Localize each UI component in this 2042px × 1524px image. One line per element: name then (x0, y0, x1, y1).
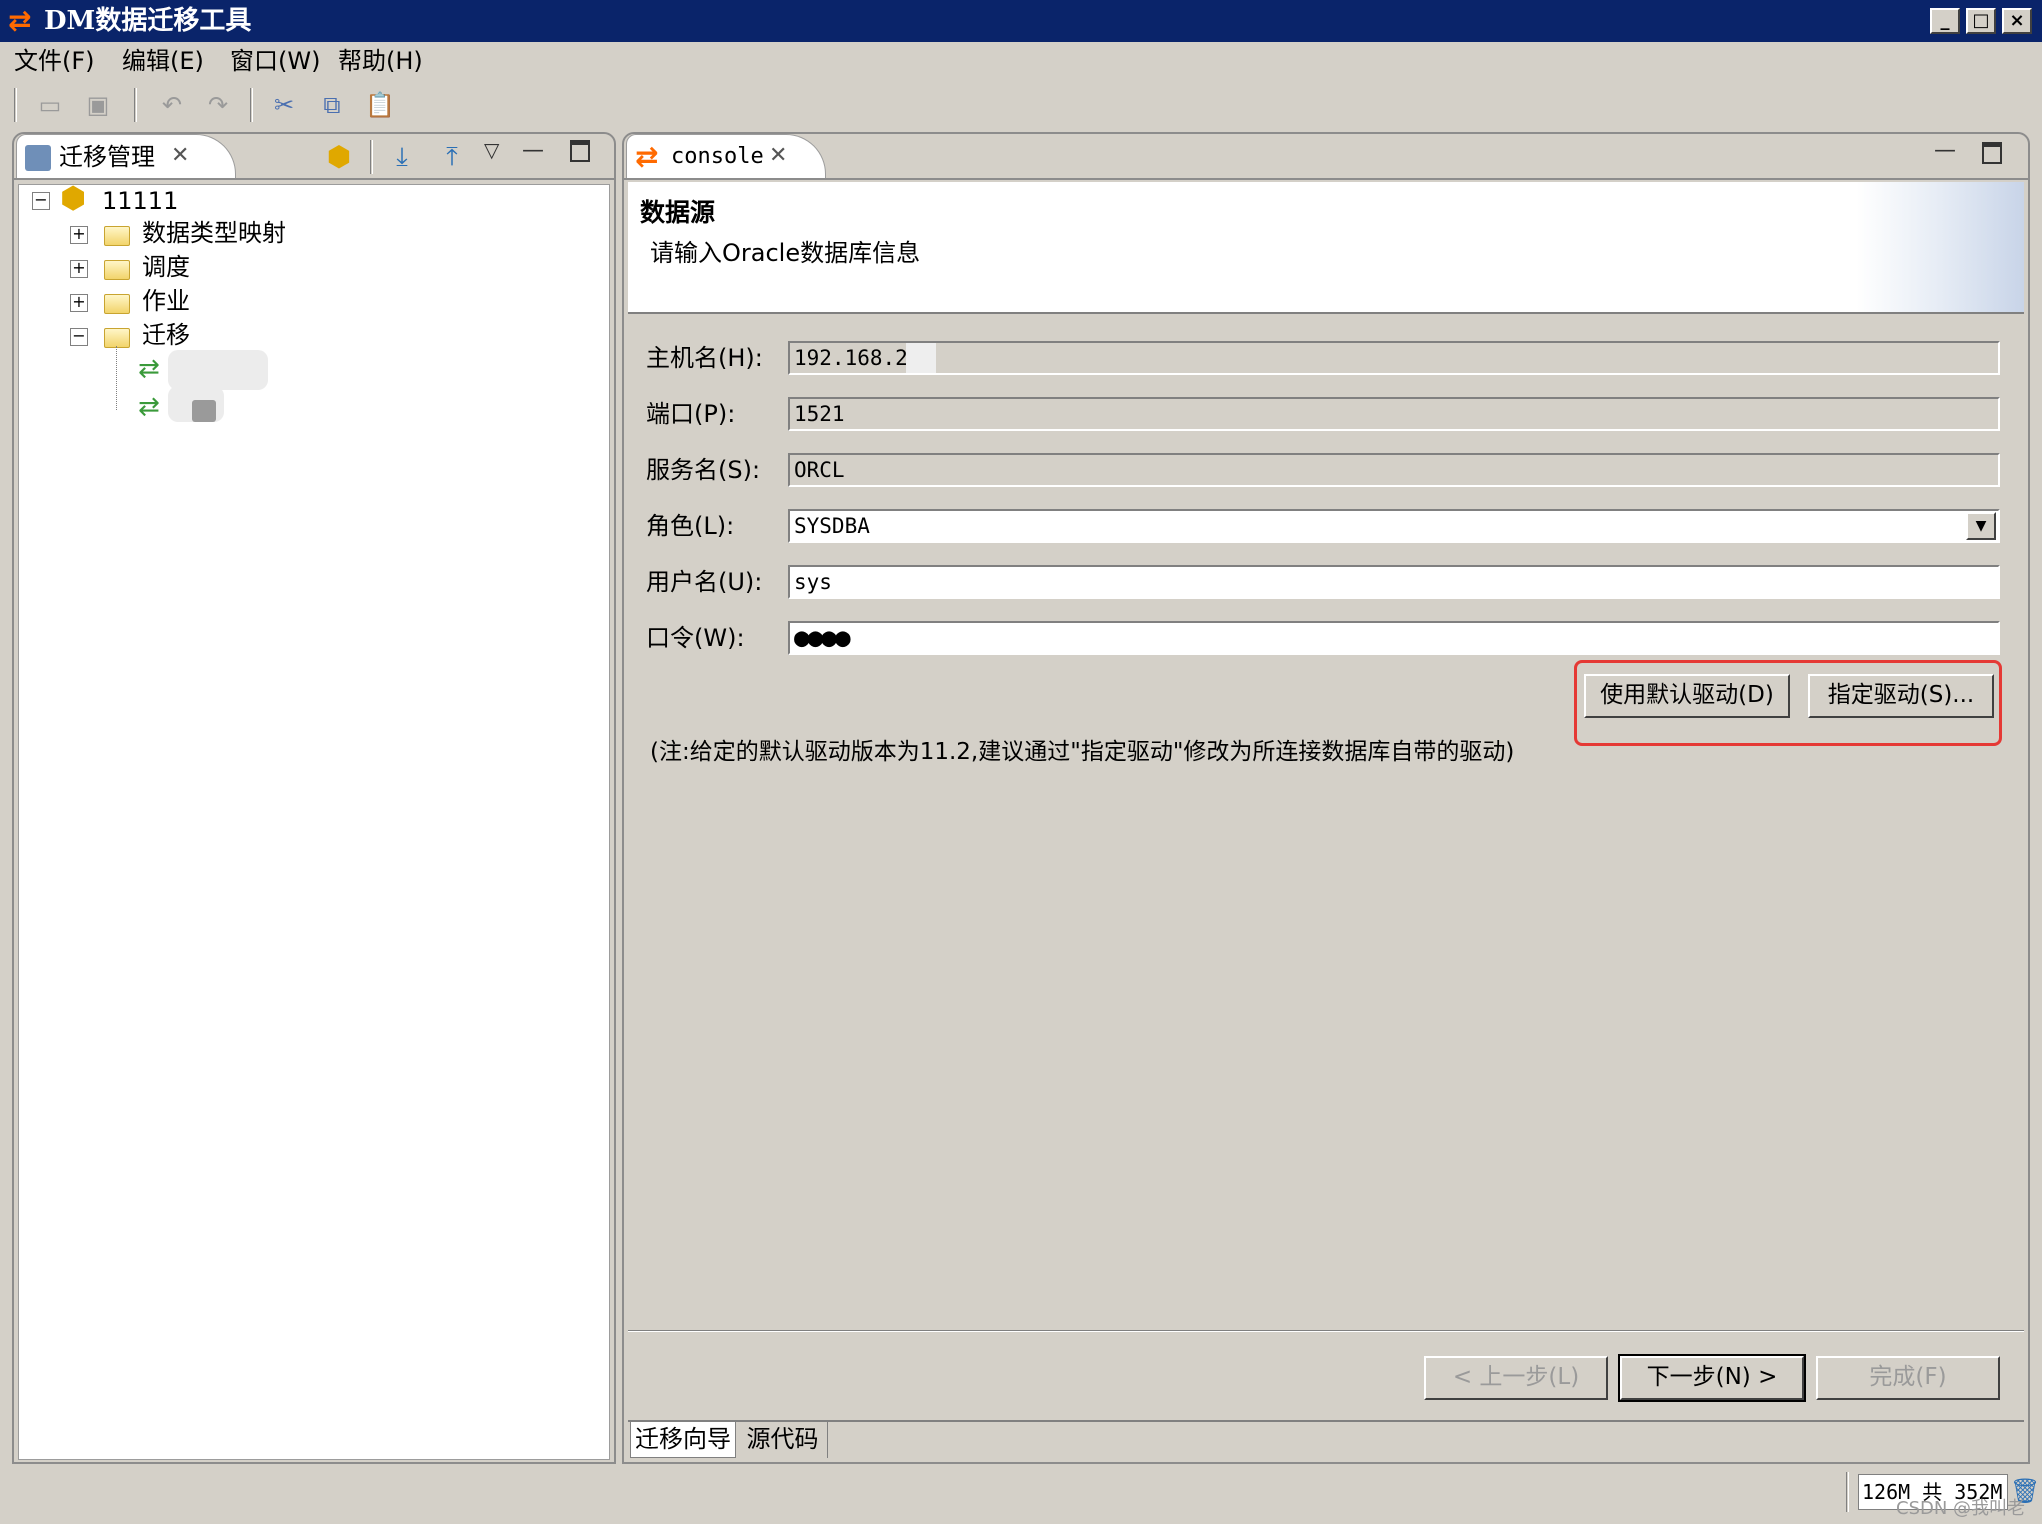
migration-task-icon: ⇄ (138, 354, 160, 384)
wizard-description: 请输入Oracle数据库信息 (650, 239, 921, 267)
migration-task-icon: ⇄ (138, 392, 160, 422)
divider (628, 1330, 2024, 1332)
driver-note: (注:给定的默认驱动版本为11.2,建议通过"指定驱动"修改为所连接数据库自带的… (650, 739, 1515, 765)
minimize-button[interactable]: _ (1930, 8, 1960, 34)
finish-button[interactable]: 完成(F) (1816, 1356, 2000, 1400)
expand-icon[interactable]: + (70, 294, 88, 312)
tree-item-schedule[interactable]: 调度 (142, 252, 190, 282)
save-all-icon[interactable]: ▣ (80, 88, 116, 122)
view-menu-icon[interactable]: ▽ (484, 138, 508, 162)
menu-edit[interactable]: 编辑(E) (122, 46, 204, 76)
maximize-button[interactable]: □ (1966, 8, 1996, 34)
swap-arrows-icon: ⇄ (8, 4, 32, 37)
window-title: DM数据迁移工具 (44, 6, 252, 36)
paste-icon[interactable]: 📋 (362, 88, 398, 122)
folder-icon (104, 226, 130, 246)
import-icon[interactable]: ⤓ (384, 140, 420, 174)
collapse-icon[interactable]: − (70, 328, 88, 346)
toolbar-separator (14, 88, 17, 122)
tree-root-label[interactable]: 11111 (102, 186, 178, 216)
blurred-item (906, 343, 936, 373)
migration-manager-icon (25, 145, 51, 171)
user-input[interactable]: sys (788, 565, 2000, 599)
minimize-view-icon[interactable]: — (1934, 138, 1958, 163)
default-driver-button[interactable]: 使用默认驱动(D) (1584, 674, 1790, 718)
close-button[interactable]: × (2002, 8, 2032, 34)
title-bar (0, 0, 2042, 42)
expand-icon[interactable]: + (70, 260, 88, 278)
minimize-view-icon[interactable]: — (522, 138, 546, 163)
menu-help[interactable]: 帮助(H) (338, 46, 423, 76)
toolbar (0, 82, 2042, 132)
console-panel (622, 132, 2030, 1464)
password-input[interactable]: ●●●● (788, 621, 2000, 655)
redo-icon[interactable]: ↷ (200, 88, 236, 122)
role-select[interactable]: SYSDBA (788, 509, 2000, 543)
tab-migration-wizard[interactable]: 迁移向导 (630, 1422, 736, 1458)
folder-icon (104, 328, 130, 348)
database-icon: ⬢ (60, 181, 87, 216)
status-separator (1846, 1472, 1849, 1512)
tab-console[interactable]: ⇄ console ✕ (626, 134, 826, 178)
expand-icon[interactable]: + (70, 226, 88, 244)
folder-icon (104, 260, 130, 280)
export-icon[interactable]: ⤒ (434, 140, 470, 174)
toolbar-separator (250, 88, 253, 122)
close-icon[interactable]: ✕ (171, 143, 189, 168)
user-label: 用户名(U): (646, 568, 763, 596)
port-label: 端口(P): (646, 400, 736, 428)
tree-item-migration[interactable]: 迁移 (142, 320, 190, 350)
wizard-title: 数据源 (640, 198, 716, 227)
role-label: 角色(L): (646, 512, 735, 540)
specify-driver-button[interactable]: 指定驱动(S)... (1808, 674, 1994, 718)
tree-view (18, 184, 610, 1460)
collapse-icon[interactable]: − (32, 192, 50, 210)
prev-button[interactable]: < 上一步(L) (1424, 1356, 1608, 1400)
blurred-item[interactable] (168, 350, 268, 390)
menu-window[interactable]: 窗口(W) (230, 46, 320, 76)
port-input[interactable]: 1521 (788, 397, 2000, 431)
maximize-view-icon[interactable] (570, 140, 590, 162)
service-label: 服务名(S): (646, 456, 761, 484)
tab-label: console (671, 144, 764, 169)
cut-icon[interactable]: ✂ (266, 88, 302, 122)
tab-migration-management[interactable]: 迁移管理 ✕ (16, 134, 236, 178)
copy-icon[interactable]: ⧉ (314, 88, 350, 122)
close-icon[interactable]: ✕ (769, 143, 787, 168)
tab-source-code[interactable]: 源代码 (738, 1422, 828, 1458)
password-label: 口令(W): (646, 624, 745, 652)
watermark: CSDN @我叫老 (1896, 1498, 2026, 1519)
service-input[interactable]: ORCL (788, 453, 2000, 487)
save-icon[interactable]: ▭ (32, 88, 68, 122)
chevron-down-icon[interactable]: ▼ (1966, 512, 1996, 540)
folder-icon (104, 294, 130, 314)
maximize-view-icon[interactable] (1982, 142, 2002, 164)
toolbar-separator (134, 88, 137, 122)
menu-file[interactable]: 文件(F) (14, 46, 95, 76)
tree-item-type-mapping[interactable]: 数据类型映射 (142, 218, 286, 248)
database-group-icon[interactable]: ⬢ (322, 140, 356, 174)
swap-arrows-icon: ⇄ (635, 140, 659, 173)
host-input[interactable]: 192.168.2 (788, 341, 2000, 375)
host-label: 主机名(H): (646, 344, 763, 372)
undo-icon[interactable]: ↶ (154, 88, 190, 122)
next-button[interactable]: 下一步(N) > (1618, 1354, 1806, 1402)
tree-item-job[interactable]: 作业 (142, 286, 190, 316)
tab-label: 迁移管理 (59, 143, 155, 171)
migration-management-panel (12, 132, 616, 1464)
toolbar-separator (370, 140, 373, 174)
